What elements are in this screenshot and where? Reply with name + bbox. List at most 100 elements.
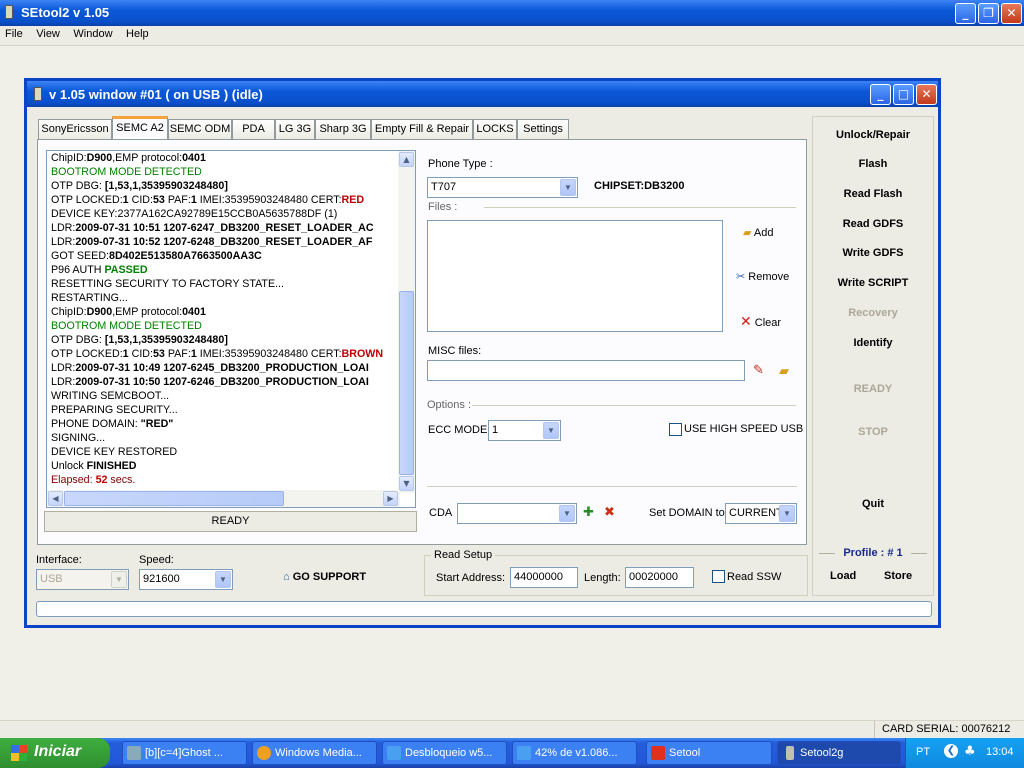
scroll-thumb[interactable] <box>399 291 414 475</box>
tab-lg-3g[interactable]: LG 3G <box>275 119 315 139</box>
files-divider <box>484 207 796 208</box>
log-line: OTP LOCKED:1 CID:53 PAF:1 IMEI:353959032… <box>51 347 401 361</box>
load-button[interactable]: Load <box>830 570 856 582</box>
log-vertical-scrollbar[interactable]: ▲ ▼ <box>398 151 415 493</box>
log-segment: BROWN <box>341 348 384 360</box>
recovery-button[interactable]: Recovery <box>813 307 933 319</box>
window-minimize-icon[interactable]: _ <box>870 84 891 105</box>
minimize-icon[interactable]: _ <box>955 3 976 24</box>
system-tray: PT ❮ ♣ 13:04 <box>905 738 1024 768</box>
write-gdfs-button[interactable]: Write GDFS <box>813 247 933 259</box>
options-divider <box>472 405 796 406</box>
add-cda-icon[interactable]: ✚ <box>583 504 594 520</box>
log-segment: LDR: <box>51 362 76 374</box>
remove-button[interactable]: ✂ Remove <box>736 270 789 283</box>
menu-file[interactable]: File <box>0 26 28 42</box>
task-desbloqueio[interactable]: Desbloqueio w5... <box>382 741 507 765</box>
log-segment: PREPARING SECURITY... <box>51 404 178 416</box>
speed-select[interactable]: 921600 ▼ <box>139 569 233 590</box>
chevron-down-icon[interactable]: ▼ <box>559 505 575 522</box>
log-segment: IMEI:35395903248480 CERT: <box>196 194 342 206</box>
log-segment: LDR: <box>51 236 76 248</box>
identify-button[interactable]: Identify <box>813 337 933 349</box>
tab-sonyericsson[interactable]: SonyEricsson <box>38 119 112 139</box>
tab-sharp-3g[interactable]: Sharp 3G <box>315 119 371 139</box>
open-folder-icon[interactable]: ▰ <box>779 363 789 379</box>
add-button[interactable]: ▰ Add <box>743 226 774 239</box>
clear-button[interactable]: ✕ Clear <box>740 313 781 330</box>
hscroll-thumb[interactable] <box>64 491 284 506</box>
ecc-mode-select[interactable]: 1 ▼ <box>488 420 561 441</box>
interface-select[interactable]: USB ▼ <box>36 569 129 590</box>
window-close-icon[interactable]: ✕ <box>916 84 937 105</box>
unlock-repair-button[interactable]: Unlock/Repair <box>813 129 933 141</box>
flash-button[interactable]: Flash <box>813 158 933 170</box>
close-icon[interactable]: ✕ <box>1001 3 1022 24</box>
log-line: WRITING SEMCBOOT... <box>51 389 401 403</box>
menu-view[interactable]: View <box>31 26 65 42</box>
log-line: SIGNING... <box>51 431 401 445</box>
taskbar: Iniciar [b][c=4]Ghost ... Windows Media.… <box>0 738 1024 768</box>
length-input[interactable]: 00020000 <box>625 567 694 588</box>
tab-semc-odm[interactable]: SEMC ODM <box>168 119 232 139</box>
window-maximize-icon[interactable]: □ <box>893 84 914 105</box>
stop-button[interactable]: STOP <box>813 426 933 438</box>
read-gdfs-button[interactable]: Read GDFS <box>813 218 933 230</box>
log-segment: 52 <box>95 474 108 486</box>
start-button[interactable]: Iniciar <box>0 738 110 768</box>
log-segment: WRITING SEMCBOOT... <box>51 390 170 402</box>
log-horizontal-scrollbar[interactable]: ◀ ▶ <box>47 490 400 507</box>
go-support-button[interactable]: ⌂ GO SUPPORT <box>283 571 366 583</box>
task-windows-media[interactable]: Windows Media... <box>252 741 377 765</box>
misc-files-input[interactable] <box>427 360 745 381</box>
write-script-button[interactable]: Write SCRIPT <box>813 277 933 289</box>
scroll-left-icon[interactable]: ◀ <box>48 491 63 506</box>
ecc-mode-value: 1 <box>492 424 499 436</box>
read-flash-button[interactable]: Read Flash <box>813 188 933 200</box>
task-label: Windows Media... <box>275 747 362 759</box>
cda-select[interactable]: ▼ <box>457 503 577 524</box>
log-output[interactable]: ChipID:D900,EMP protocol:0401 BOOTROM MOD… <box>46 150 416 508</box>
task-download[interactable]: 42% de v1.086... <box>512 741 637 765</box>
scroll-up-icon[interactable]: ▲ <box>399 152 414 167</box>
task-ghost[interactable]: [b][c=4]Ghost ... <box>122 741 247 765</box>
read-ssw-checkbox[interactable] <box>712 570 725 583</box>
log-segment: OTP LOCKED: <box>51 348 123 360</box>
task-setool[interactable]: Setool <box>646 741 772 765</box>
language-indicator[interactable]: PT <box>916 746 930 758</box>
phone-type-select[interactable]: T707 ▼ <box>427 177 578 198</box>
speed-label: Speed: <box>139 554 174 566</box>
log-segment: "RED" <box>140 418 174 430</box>
chevron-down-icon[interactable]: ▼ <box>215 571 231 588</box>
domain-select[interactable]: CURRENT ▼ <box>725 503 797 524</box>
scroll-down-icon[interactable]: ▼ <box>399 476 414 491</box>
tab-empty-fill-repair[interactable]: Empty Fill & Repair <box>371 119 473 139</box>
log-segment: BOOTROM MODE DETECTED <box>51 320 202 332</box>
store-button[interactable]: Store <box>884 570 912 582</box>
tab-settings[interactable]: Settings <box>517 119 569 139</box>
tab-locks[interactable]: LOCKS <box>473 119 517 139</box>
tab-semc-a2[interactable]: SEMC A2 <box>112 116 168 140</box>
restore-icon[interactable]: ❐ <box>978 3 999 24</box>
remove-cda-icon[interactable]: ✖ <box>604 504 615 520</box>
network-icon[interactable]: ♣ <box>964 744 976 759</box>
high-speed-usb-checkbox[interactable] <box>669 423 682 436</box>
scroll-right-icon[interactable]: ▶ <box>383 491 398 506</box>
tab-pda[interactable]: PDA <box>232 119 275 139</box>
chevron-down-icon[interactable]: ▼ <box>779 505 795 522</box>
chevron-down-icon[interactable]: ▼ <box>543 422 559 439</box>
ready-indicator: READY <box>853 383 893 395</box>
menu-help[interactable]: Help <box>121 26 154 42</box>
files-list[interactable] <box>427 220 723 332</box>
quit-button[interactable]: Quit <box>813 498 933 510</box>
menu-window[interactable]: Window <box>68 26 117 42</box>
log-segment: RED <box>341 194 365 206</box>
start-address-input[interactable]: 44000000 <box>510 567 578 588</box>
media-icon <box>257 746 271 760</box>
edit-icon[interactable]: ✎ <box>753 362 764 378</box>
chevron-down-icon[interactable]: ▼ <box>560 179 576 196</box>
chevron-down-icon[interactable]: ▼ <box>111 571 127 588</box>
task-setool2g[interactable]: Setool2g <box>777 741 901 765</box>
log-segment: DEVICE KEY:2377A162CA92789E15CCB0A563578… <box>51 208 338 220</box>
tray-expand-icon[interactable]: ❮ <box>944 744 958 758</box>
